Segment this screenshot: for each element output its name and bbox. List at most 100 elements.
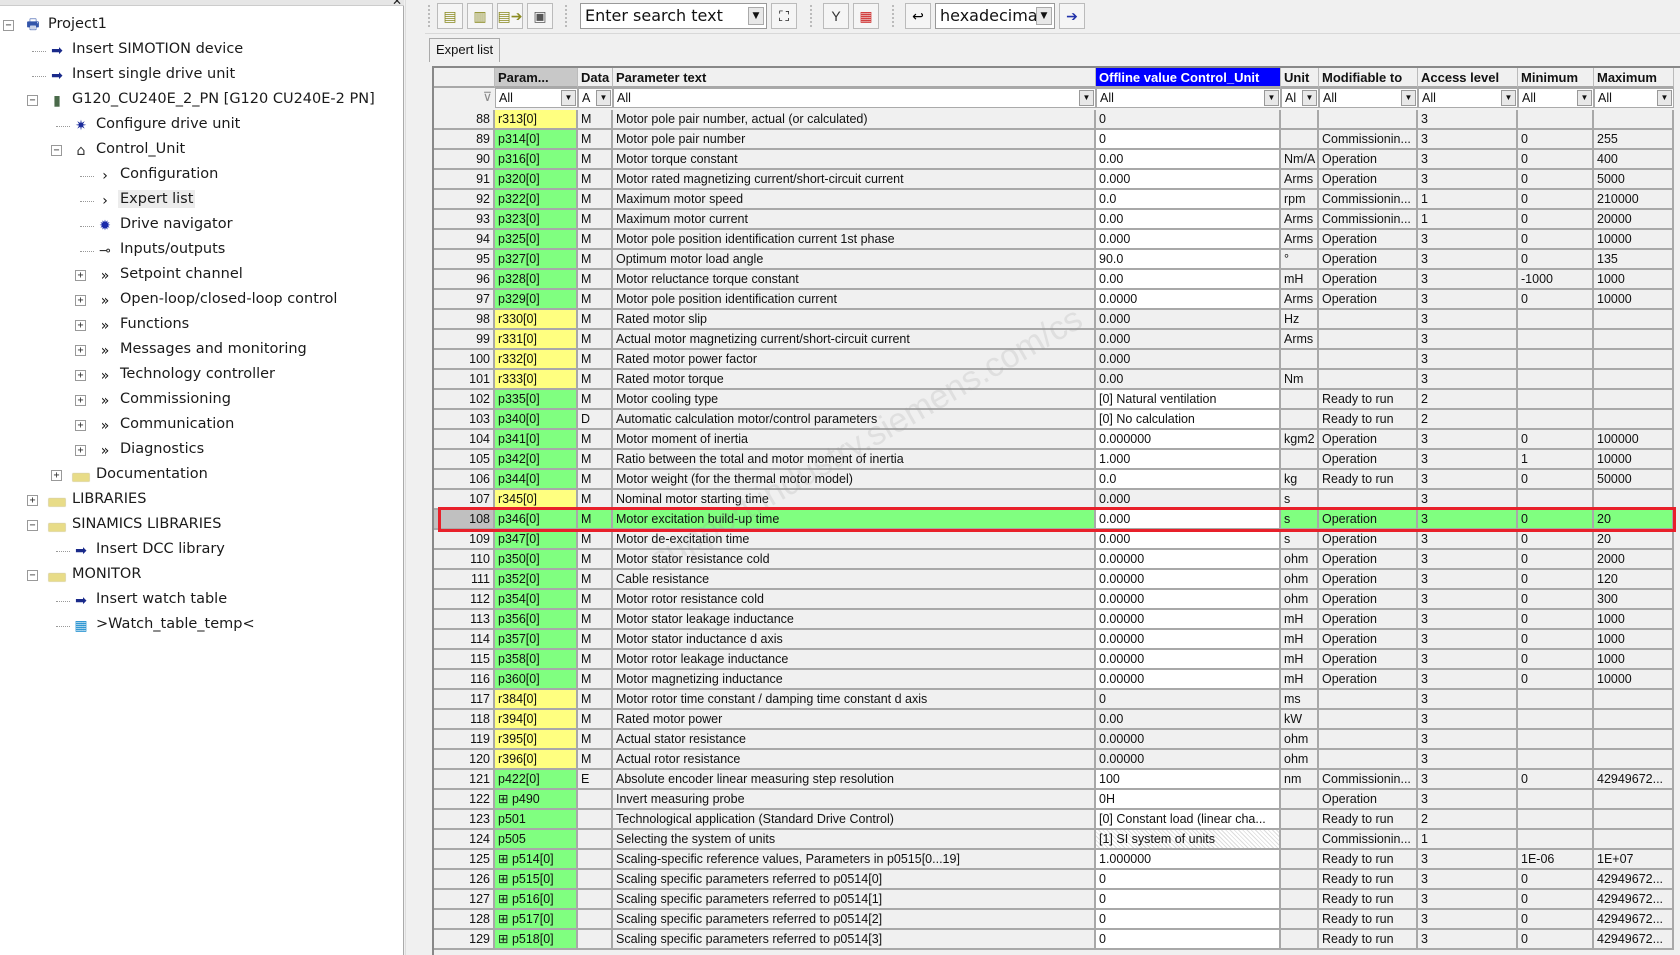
cell-offline-value[interactable]: 0.00000 — [1096, 630, 1281, 650]
chevron-down-icon[interactable]: ▼ — [1577, 90, 1592, 106]
row-header[interactable]: 90 — [434, 150, 495, 170]
cell-offline-value[interactable]: 0.00000 — [1096, 750, 1281, 770]
cell-offline-value[interactable]: 0.000 — [1096, 230, 1281, 250]
cell-offline-value[interactable]: 0 — [1096, 110, 1281, 130]
row-header[interactable]: 110 — [434, 550, 495, 570]
tree-item[interactable]: ➡ Insert watch table — [0, 589, 400, 613]
expand-icon[interactable]: + — [27, 495, 38, 506]
cell-offline-value[interactable]: 1.000000 — [1096, 850, 1281, 870]
cell-offline-value[interactable]: 1.000 — [1096, 450, 1281, 470]
tree-item[interactable]: ➡ Insert SIMOTION device — [0, 39, 400, 63]
column-header-modifiable-to[interactable]: Modifiable to — [1319, 68, 1418, 88]
tree-item[interactable]: ➡ Insert DCC library — [0, 539, 400, 563]
row-header[interactable]: 102 — [434, 390, 495, 410]
chevron-down-icon[interactable]: ▼ — [1501, 90, 1516, 106]
row-header[interactable]: 113 — [434, 610, 495, 630]
filter-maximum[interactable]: All ▼ — [1594, 88, 1674, 108]
expand-icon[interactable]: ⊞ — [498, 872, 512, 886]
column-header-offline-value[interactable]: Offline value Control_Unit — [1096, 68, 1281, 88]
row-header[interactable]: 127 — [434, 890, 495, 910]
tree-item[interactable]: + » Technology controller — [0, 364, 400, 388]
row-header[interactable]: 114 — [434, 630, 495, 650]
toolbar-grip[interactable] — [892, 5, 895, 27]
cell-offline-value[interactable]: 0.000 — [1096, 350, 1281, 370]
cell-offline-value[interactable]: 0.00 — [1096, 370, 1281, 390]
compare-icon[interactable]: ▦ — [853, 3, 879, 29]
binoculars-icon[interactable]: ⛶ — [771, 3, 797, 29]
filter-data-set[interactable]: A ▼ — [578, 88, 613, 108]
tree-item[interactable]: + » Messages and monitoring — [0, 339, 400, 363]
row-header[interactable]: 118 — [434, 710, 495, 730]
expand-icon[interactable]: ⊞ — [498, 852, 512, 866]
row-header[interactable]: 100 — [434, 350, 495, 370]
close-icon[interactable]: ✕ — [392, 0, 402, 8]
column-header-minimum[interactable]: Minimum — [1518, 68, 1594, 88]
filter-parameter-text[interactable]: All ▼ — [613, 88, 1096, 108]
expand-icon[interactable]: + — [75, 395, 86, 406]
tree-item[interactable]: ▦ >Watch_table_temp< — [0, 614, 400, 638]
column-header-unit[interactable]: Unit — [1281, 68, 1319, 88]
expand-icon[interactable]: + — [75, 320, 86, 331]
tree-item[interactable]: − ⌂ Control_Unit — [0, 139, 400, 163]
row-header[interactable]: 92 — [434, 190, 495, 210]
cell-offline-value[interactable]: 0.00 — [1096, 210, 1281, 230]
chevron-down-icon[interactable]: ▼ — [1657, 90, 1672, 106]
cell-offline-value[interactable]: 0.00000 — [1096, 730, 1281, 750]
row-header[interactable]: 103 — [434, 410, 495, 430]
chevron-down-icon[interactable]: ▼ — [1079, 90, 1094, 106]
tree-item[interactable]: › Expert list — [0, 189, 400, 213]
tree-item[interactable]: ✷ Configure drive unit — [0, 114, 400, 138]
row-header[interactable]: 91 — [434, 170, 495, 190]
chevron-down-icon[interactable]: ▼ — [1036, 7, 1052, 25]
cell-offline-value[interactable]: 0.000 — [1096, 310, 1281, 330]
cell-offline-value[interactable]: 0.00000 — [1096, 570, 1281, 590]
cell-offline-value[interactable]: 0.0 — [1096, 470, 1281, 490]
expand-icon[interactable]: + — [75, 295, 86, 306]
cell-offline-value[interactable]: [0] No calculation — [1096, 410, 1281, 430]
cell-offline-value[interactable]: 0 — [1096, 930, 1281, 950]
expand-icon[interactable]: + — [75, 345, 86, 356]
row-header[interactable]: 116 — [434, 670, 495, 690]
cell-offline-value[interactable]: 0.00000 — [1096, 550, 1281, 570]
new-parameter-icon[interactable]: ▤ — [437, 3, 463, 29]
expand-icon[interactable]: + — [75, 270, 86, 281]
chevron-down-icon[interactable]: ▼ — [1401, 90, 1416, 106]
row-header[interactable]: 105 — [434, 450, 495, 470]
cell-offline-value[interactable]: 0.00000 — [1096, 650, 1281, 670]
tree-item[interactable]: › Configuration — [0, 164, 400, 188]
row-header[interactable]: 93 — [434, 210, 495, 230]
row-header[interactable]: 112 — [434, 590, 495, 610]
collapse-icon[interactable]: − — [51, 145, 62, 156]
cell-offline-value[interactable]: 0.00 — [1096, 710, 1281, 730]
row-header[interactable]: 94 — [434, 230, 495, 250]
search-input[interactable]: Enter search text ▼ — [580, 3, 767, 29]
cell-offline-value[interactable]: 0.000 — [1096, 170, 1281, 190]
filter-icon[interactable]: Y — [823, 3, 849, 29]
row-header[interactable]: 104 — [434, 430, 495, 450]
collapse-icon[interactable]: − — [27, 95, 38, 106]
expand-icon[interactable]: + — [75, 420, 86, 431]
row-header[interactable]: 89 — [434, 130, 495, 150]
cell-offline-value[interactable]: 0H — [1096, 790, 1281, 810]
row-header[interactable]: 88 — [434, 110, 495, 130]
back-arrow-icon[interactable]: ↩ — [905, 3, 931, 29]
row-header[interactable]: 124 — [434, 830, 495, 850]
cell-offline-value[interactable]: 0.00000 — [1096, 590, 1281, 610]
cell-offline-value[interactable]: 0.000 — [1096, 510, 1281, 530]
row-header[interactable]: 99 — [434, 330, 495, 350]
row-header[interactable]: 107 — [434, 490, 495, 510]
row-header[interactable]: 119 — [434, 730, 495, 750]
expand-icon[interactable]: ⊞ — [498, 892, 512, 906]
filter-reset-icon[interactable]: ⊽ — [434, 88, 495, 108]
filter-parameter[interactable]: All ▼ — [495, 88, 578, 108]
cell-offline-value[interactable]: [1] SI system of units — [1096, 830, 1281, 850]
cell-offline-value[interactable]: 0.000000 — [1096, 430, 1281, 450]
filter-unit[interactable]: Al ▼ — [1281, 88, 1319, 108]
tab-expert-list[interactable]: Expert list — [429, 38, 501, 62]
row-header[interactable]: 129 — [434, 930, 495, 950]
expand-icon[interactable]: ⊞ — [498, 792, 512, 806]
expand-icon[interactable]: + — [75, 445, 86, 456]
cell-offline-value[interactable]: 0.00 — [1096, 270, 1281, 290]
toolbar-grip[interactable] — [565, 5, 568, 27]
chevron-down-icon[interactable]: ▼ — [1302, 90, 1317, 106]
